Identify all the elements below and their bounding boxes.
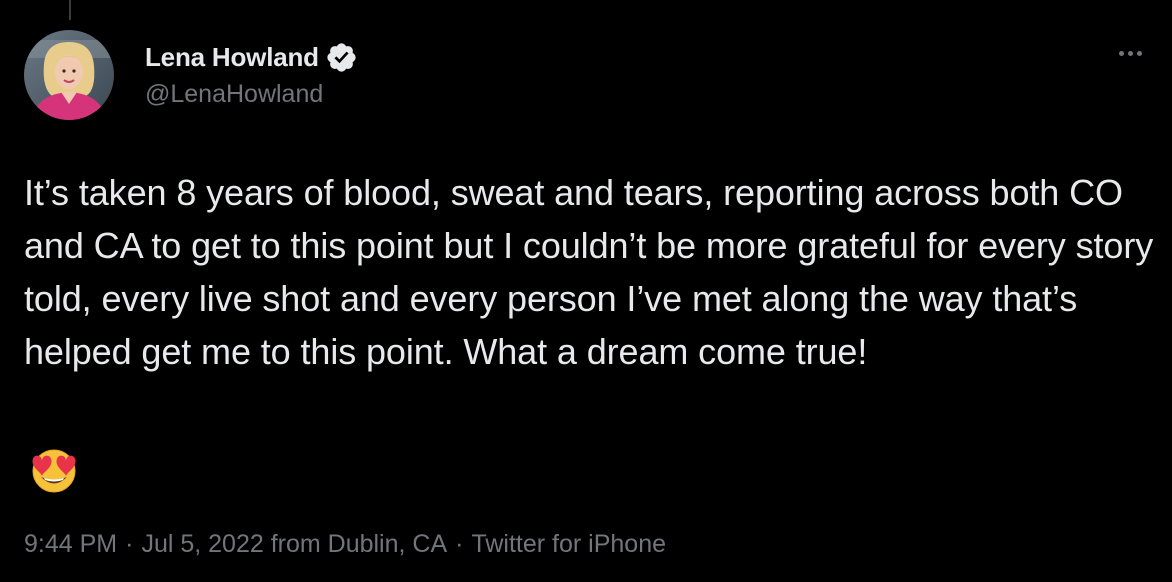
more-options-button[interactable] [1110,38,1150,68]
avatar[interactable] [24,30,114,120]
tweet-time[interactable]: 9:44 PM [24,530,117,559]
author-name-row[interactable]: Lena Howland [145,40,358,74]
avatar-photo [24,30,114,120]
author-display-name[interactable]: Lena Howland [145,42,319,73]
tweet-metadata: 9:44 PM · Jul 5, 2022 from Dublin, CA · … [24,530,666,559]
tweet-text: It’s taken 8 years of blood, sweat and t… [24,172,1164,372]
more-horizontal-icon [1118,50,1124,56]
tweet-date-location[interactable]: Jul 5, 2022 from Dublin, CA [141,530,447,559]
heart-eyes-emoji-icon [27,446,81,494]
thread-connector-line [69,0,71,20]
tweet-source[interactable]: Twitter for iPhone [471,530,666,559]
author-handle[interactable]: @LenaHowland [145,80,323,109]
verified-badge-icon [325,41,358,74]
meta-separator: · [455,530,464,558]
meta-separator: · [125,530,134,558]
